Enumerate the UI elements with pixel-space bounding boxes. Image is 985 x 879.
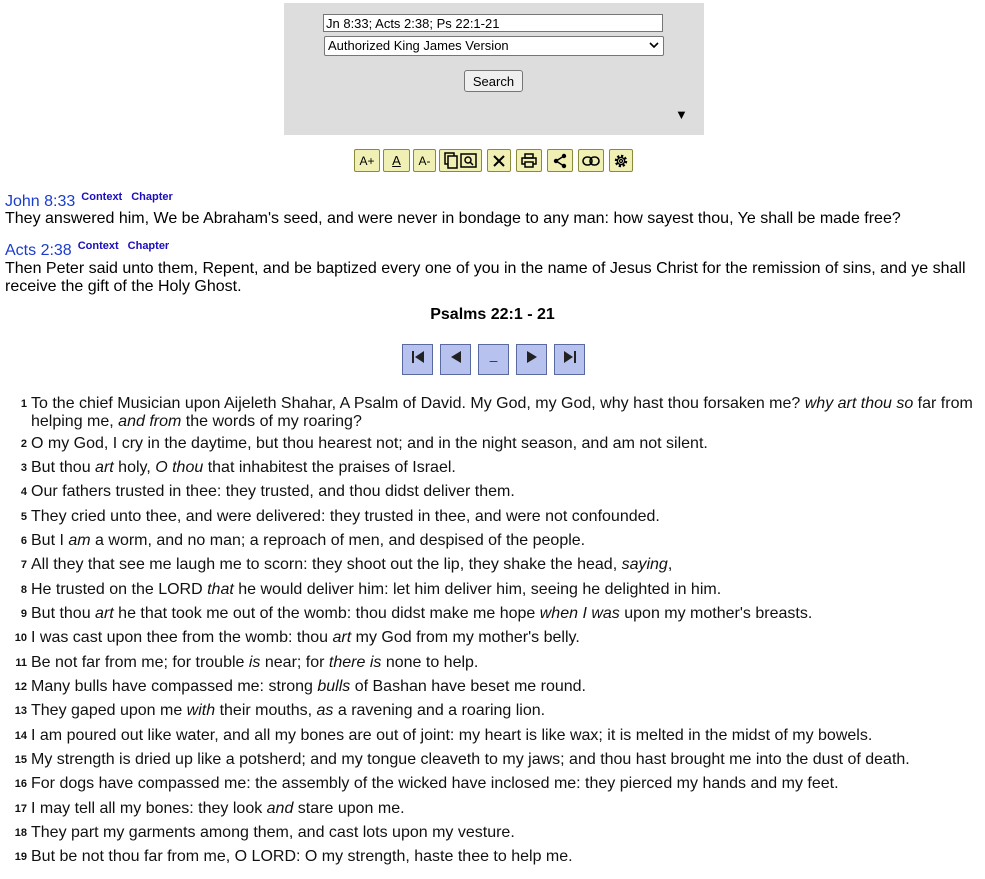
decrease-font-button[interactable]: A- (413, 149, 436, 172)
increase-font-button[interactable]: A+ (354, 149, 380, 172)
verse-text: But thou art holy, O thou that inhabites… (31, 459, 456, 476)
verse-number: 14 (14, 730, 27, 742)
verse-text: I may tell all my bones: they look and s… (31, 800, 405, 817)
verse-number: 10 (14, 632, 27, 644)
verse-number: 12 (14, 681, 27, 693)
font-style-button[interactable]: A (383, 149, 410, 172)
settings-button[interactable] (609, 149, 633, 172)
gear-icon (613, 153, 629, 169)
verse-text: For dogs have compassed me: the assembly… (31, 775, 839, 792)
expand-options-toggle[interactable]: ▼ (675, 107, 688, 122)
verse-text: Many bulls have compassed me: strong bul… (31, 678, 586, 695)
reference-header-john: John 8:33 Context Chapter (5, 191, 173, 211)
verse-number: 16 (14, 778, 27, 790)
verse-number: 19 (14, 851, 27, 863)
reference-title[interactable]: John 8:33 (5, 193, 75, 210)
verse-number: 17 (14, 803, 27, 815)
dash-icon: – (489, 351, 498, 368)
skip-last-icon (562, 349, 578, 370)
reference-title[interactable]: Acts 2:38 (5, 242, 72, 259)
font-underline-icon: A (392, 153, 401, 168)
verse-text: They part my garments among them, and ca… (31, 824, 515, 841)
verse-number: 4 (20, 486, 27, 498)
reference-header-acts: Acts 2:38 Context Chapter (5, 240, 169, 260)
verse-number: 11 (15, 657, 27, 669)
verse-number: 5 (20, 511, 27, 523)
chapter-link[interactable]: Chapter (128, 240, 170, 252)
clear-button[interactable] (487, 149, 511, 172)
verse-text: They gaped upon me with their mouths, as… (31, 702, 546, 719)
share-button[interactable] (547, 149, 573, 172)
current-chapter-button[interactable]: – (478, 344, 509, 375)
version-selected-label: Authorized King James Version (328, 38, 509, 53)
search-button[interactable]: Search (464, 70, 523, 92)
font-increase-icon: A+ (359, 153, 375, 168)
reference-text: They answered him, We be Abraham's seed,… (5, 210, 901, 227)
link-icon (582, 155, 600, 167)
last-chapter-button[interactable] (554, 344, 585, 375)
verse-number: 6 (20, 535, 27, 547)
verse-text: But thou art he that took me out of the … (31, 605, 813, 622)
verse-number: 15 (14, 754, 27, 766)
print-button[interactable] (516, 149, 542, 172)
triangle-right-icon (524, 349, 540, 370)
share-icon (552, 153, 568, 169)
verse-text: I was cast upon thee from the womb: thou… (31, 629, 580, 646)
printer-icon (521, 153, 537, 168)
verse-number: 9 (20, 608, 27, 620)
verse-text: But be not thou far from me, O LORD: O m… (31, 848, 573, 865)
context-link[interactable]: Context (78, 240, 119, 252)
verse-text: He trusted on the LORD that he would del… (31, 581, 722, 598)
verse-text: I am poured out like water, and all my b… (31, 727, 873, 744)
verse-text: Be not far from me; for trouble is near;… (31, 654, 479, 671)
previous-chapter-button[interactable] (440, 344, 471, 375)
verse-text: But I am a worm, and no man; a reproach … (31, 532, 586, 549)
first-chapter-button[interactable] (402, 344, 433, 375)
reference-text: Then Peter said unto them, Repent, and b… (5, 260, 966, 295)
copy-search-icon (443, 152, 479, 169)
verse-text: They cried unto thee, and were delivered… (31, 508, 660, 525)
link-button[interactable] (578, 149, 604, 172)
triangle-left-icon (448, 349, 464, 370)
verse-text: All they that see me laugh me to scorn: … (31, 556, 673, 573)
bible-version-select[interactable]: Authorized King James Version (324, 36, 664, 56)
verse-number: 2 (20, 438, 27, 450)
search-panel: Authorized King James Version Search ▼ (284, 3, 704, 135)
compare-button[interactable] (439, 149, 482, 172)
font-decrease-icon: A- (418, 153, 431, 168)
verse-text: O my God, I cry in the daytime, but thou… (31, 435, 708, 452)
verse-text: To the chief Musician upon Aijeleth Shah… (31, 395, 973, 430)
verse-number: 8 (20, 584, 27, 596)
chapter-link[interactable]: Chapter (131, 191, 173, 203)
next-chapter-button[interactable] (516, 344, 547, 375)
verse-text: My strength is dried up like a potsherd;… (31, 751, 910, 768)
verse-number: 3 (20, 462, 27, 474)
context-link[interactable]: Context (81, 191, 122, 203)
verse-text: Our fathers trusted in thee: they truste… (31, 483, 515, 500)
close-icon (493, 154, 505, 167)
verse-number: 7 (20, 559, 27, 571)
passage-query-input[interactable] (323, 14, 663, 32)
verse-number: 1 (20, 398, 27, 410)
verse-number: 13 (14, 705, 27, 717)
passage-title: Psalms 22:1 - 21 (430, 306, 555, 323)
skip-first-icon (410, 349, 426, 370)
chevron-down-icon (649, 37, 659, 61)
verse-number: 18 (14, 827, 27, 839)
